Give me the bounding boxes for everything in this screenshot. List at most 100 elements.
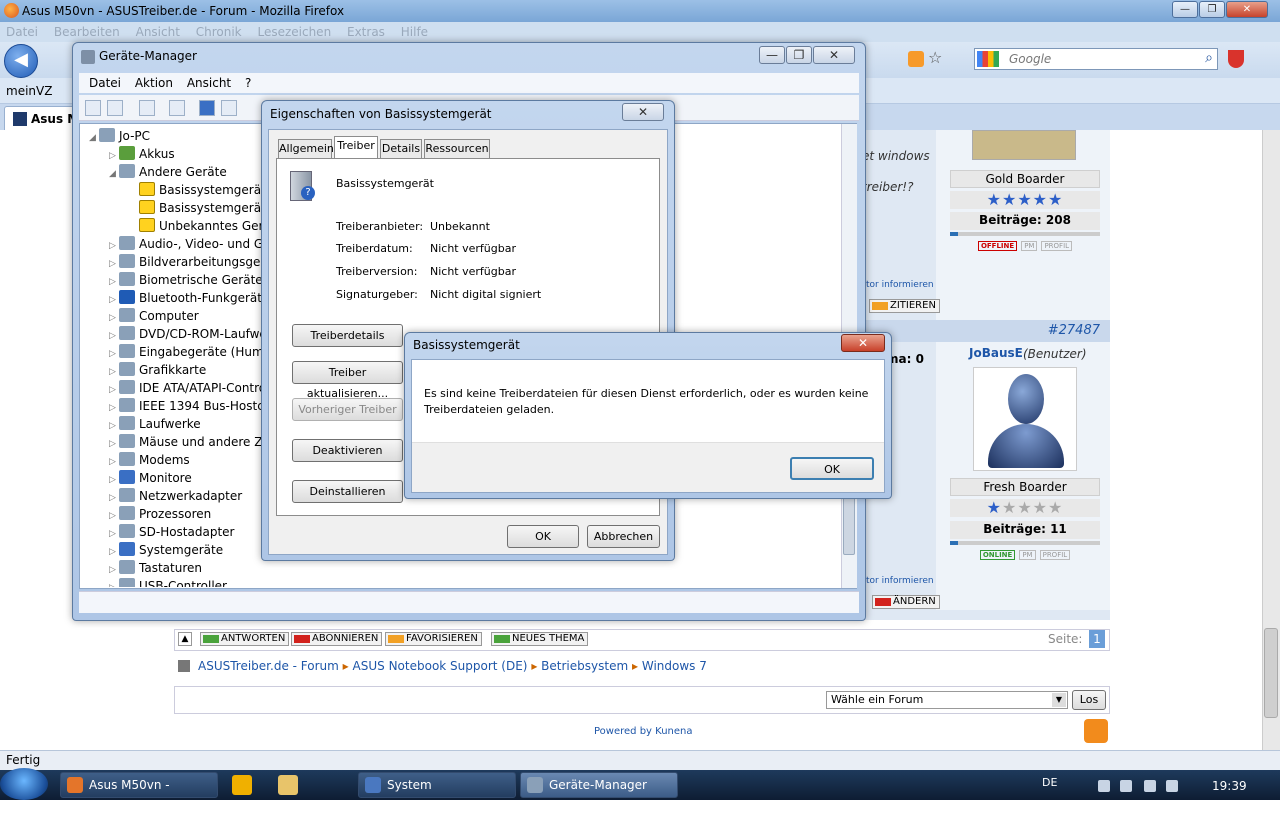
menu-help[interactable]: ? xyxy=(245,76,251,90)
maximize-button[interactable]: ❐ xyxy=(1199,1,1225,18)
tab-treiber[interactable]: Treiber xyxy=(334,136,378,160)
tree-node[interactable]: ▷ Grafikkarte xyxy=(109,361,206,379)
power-icon[interactable] xyxy=(1120,780,1132,792)
ok-button[interactable]: OK xyxy=(507,525,579,548)
back-icon[interactable] xyxy=(85,100,101,116)
menu-ansicht[interactable]: Ansicht xyxy=(187,76,231,90)
tree-node[interactable]: ▷ Netzwerkadapter xyxy=(109,487,242,505)
tree-node[interactable]: ▷ Mäuse und andere Zei xyxy=(109,433,273,451)
tree-node[interactable]: ▷ Akkus xyxy=(109,145,175,163)
tree-node[interactable]: ◢ Andere Geräte xyxy=(109,163,227,181)
tab-ressourcen[interactable]: Ressourcen xyxy=(424,139,490,159)
start-button[interactable] xyxy=(0,768,48,800)
back-button[interactable]: ◀ xyxy=(4,44,38,78)
cite-button[interactable]: ZITIEREN xyxy=(869,299,940,313)
scroll-top-icon[interactable]: ▲ xyxy=(178,632,192,646)
edit-button[interactable]: ÄNDERN xyxy=(872,595,940,609)
subscribe-button[interactable]: ABONNIEREN xyxy=(291,632,383,646)
ok-button[interactable]: OK xyxy=(790,457,874,480)
username[interactable]: JoBausE xyxy=(969,346,1023,360)
report-moderator-link[interactable]: tor informieren xyxy=(866,576,934,586)
clock[interactable]: 19:39 xyxy=(1212,779,1247,793)
search-input[interactable]: Google ⌕ xyxy=(974,48,1218,70)
rss-icon[interactable] xyxy=(1084,719,1108,743)
tree-node[interactable]: ▷ Bluetooth-Funkgerät xyxy=(109,289,262,307)
menu-aktion[interactable]: Aktion xyxy=(135,76,173,90)
menu-ansicht[interactable]: Ansicht xyxy=(136,25,180,39)
profile-link[interactable]: PROFIL xyxy=(1041,241,1073,251)
uninstall-button[interactable]: Deinstallieren xyxy=(292,480,403,503)
flag-icon[interactable] xyxy=(1098,780,1110,792)
volume-icon[interactable] xyxy=(1166,780,1178,792)
properties-icon[interactable] xyxy=(169,100,185,116)
page-scroll-thumb[interactable] xyxy=(1264,628,1278,718)
tree-node[interactable]: ▷ Systemgeräte xyxy=(109,541,223,559)
menu-chronik[interactable]: Chronik xyxy=(196,25,242,39)
profile-link[interactable]: PROFIL xyxy=(1039,550,1071,560)
forward-icon[interactable] xyxy=(107,100,123,116)
tree-node[interactable]: ▷ IDE ATA/ATAPI-Contro xyxy=(109,379,266,397)
folder-icon[interactable] xyxy=(278,775,298,795)
close-button[interactable]: ✕ xyxy=(1226,1,1268,18)
pm-link[interactable]: PM xyxy=(1019,550,1036,560)
close-button[interactable]: ✕ xyxy=(622,103,664,121)
menu-datei[interactable]: Datei xyxy=(6,25,38,39)
tree-node[interactable]: ▷ Laufwerke xyxy=(109,415,201,433)
tree-node[interactable]: Basissystemgerät xyxy=(129,199,266,217)
outlook-icon[interactable] xyxy=(232,775,252,795)
menu-extras[interactable]: Extras xyxy=(347,25,385,39)
menu-lesezeichen[interactable]: Lesezeichen xyxy=(257,25,331,39)
menu-bearbeiten[interactable]: Bearbeiten xyxy=(54,25,120,39)
post-number[interactable]: #27487 xyxy=(1048,323,1100,338)
tab-allgemein[interactable]: Allgemein xyxy=(278,139,334,159)
minimize-button[interactable]: — xyxy=(759,46,785,64)
tab-details[interactable]: Details xyxy=(380,139,422,159)
favorite-button[interactable]: FAVORISIEREN xyxy=(385,632,482,646)
taskbar-item-device-manager[interactable]: Geräte-Manager xyxy=(520,772,678,798)
page-number[interactable]: 1 xyxy=(1089,630,1105,648)
report-moderator-link[interactable]: tor informieren xyxy=(866,280,934,290)
forum-select[interactable]: Wähle ein Forum ▼ xyxy=(826,691,1068,709)
menu-hilfe[interactable]: Hilfe xyxy=(401,25,428,39)
tree-view-icon[interactable] xyxy=(139,100,155,116)
maximize-button[interactable]: ❐ xyxy=(786,46,812,64)
reply-button[interactable]: ANTWORTEN xyxy=(200,632,290,646)
update-driver-button[interactable]: Treiber aktualisieren... xyxy=(292,361,403,400)
go-button[interactable]: Los xyxy=(1072,690,1106,710)
tree-node[interactable]: ▷ DVD/CD-ROM-Laufwe xyxy=(109,325,267,343)
disable-button[interactable]: Deaktivieren xyxy=(292,439,403,462)
network-icon[interactable] xyxy=(1144,780,1156,792)
tree-node[interactable]: ▷ SD-Hostadapter xyxy=(109,523,234,541)
close-button[interactable]: ✕ xyxy=(813,46,855,64)
tree-node[interactable]: ▷ Audio-, Video- und Ga xyxy=(109,235,271,253)
tree-node[interactable]: ▷ Tastaturen xyxy=(109,559,202,577)
help-icon[interactable] xyxy=(199,100,215,116)
breadcrumb-item[interactable]: ASUS Notebook Support (DE) xyxy=(353,659,528,673)
tree-node[interactable]: ▷ Monitore xyxy=(109,469,192,487)
bookmark-meinvz[interactable]: meinVZ xyxy=(6,84,52,98)
tree-node[interactable]: ▷ IEEE 1394 Bus-Hostcon xyxy=(109,397,279,415)
driver-details-button[interactable]: Treiberdetails xyxy=(292,324,403,347)
tree-root[interactable]: ◢ Jo-PC xyxy=(89,127,150,145)
bookmark-star-icon[interactable]: ☆ xyxy=(928,49,946,67)
rss-feed-icon[interactable] xyxy=(908,51,924,67)
close-button[interactable]: ✕ xyxy=(841,334,885,352)
taskbar-item-firefox[interactable]: Asus M50vn - ASUST... xyxy=(60,772,218,816)
tree-node[interactable]: ▷USB-Controller xyxy=(109,577,227,587)
tree-node[interactable]: Basissystemgerät xyxy=(129,181,266,199)
view-icon[interactable] xyxy=(221,100,237,116)
breadcrumb-item[interactable]: ASUSTreiber.de - Forum xyxy=(198,659,339,673)
tree-node[interactable]: ▷ Biometrische Geräte xyxy=(109,271,263,289)
breadcrumb-item[interactable]: Betriebsystem xyxy=(541,659,628,673)
search-icon[interactable]: ⌕ xyxy=(1205,50,1213,66)
pm-link[interactable]: PM xyxy=(1021,241,1038,251)
rollback-driver-button[interactable]: Vorheriger Treiber xyxy=(292,398,403,421)
tree-node[interactable]: Unbekanntes Gerät xyxy=(129,217,276,235)
menu-datei[interactable]: Datei xyxy=(89,76,121,90)
powered-by-link[interactable]: Powered by Kunena xyxy=(594,726,693,737)
tree-node[interactable]: ▷ Computer xyxy=(109,307,199,325)
tree-node[interactable]: ▷ Bildverarbeitungsgerät xyxy=(109,253,277,271)
minimize-button[interactable]: — xyxy=(1172,1,1198,18)
cancel-button[interactable]: Abbrechen xyxy=(587,525,660,548)
tree-node[interactable]: ▷ Prozessoren xyxy=(109,505,211,523)
